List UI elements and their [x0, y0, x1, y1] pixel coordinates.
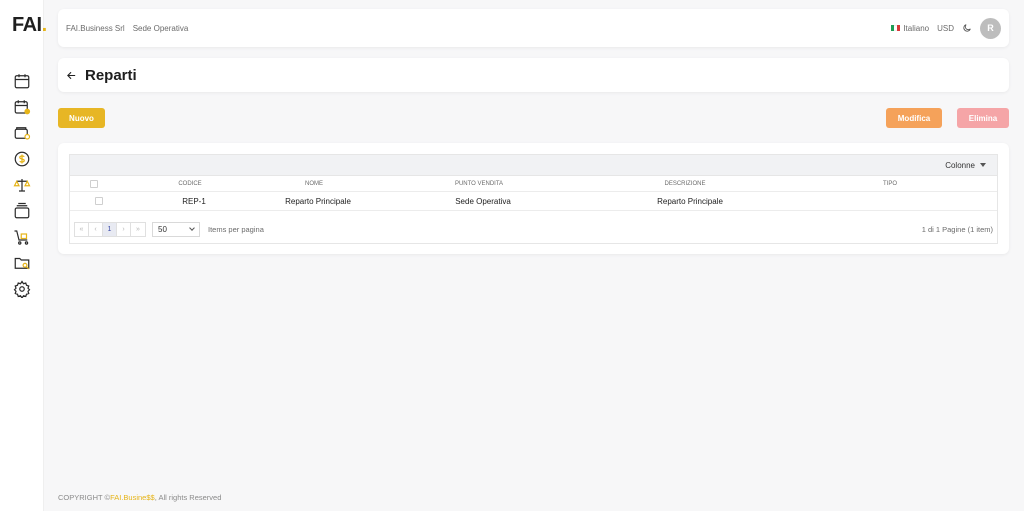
- columns-label: Colonne: [945, 160, 975, 170]
- sidebar-item-wallet[interactable]: [0, 120, 44, 146]
- chevron-down-icon: [189, 225, 195, 231]
- logo-dot: .: [41, 14, 48, 36]
- cell-descrizione: Reparto Principale: [657, 196, 723, 206]
- delete-button[interactable]: Elimina: [957, 108, 1009, 128]
- row-select-cell: [94, 192, 104, 210]
- page-number-button[interactable]: 1: [103, 222, 117, 236]
- header-punto-vendita[interactable]: PUNTO VENDITA: [414, 176, 544, 191]
- last-page-button[interactable]: »: [131, 222, 145, 236]
- italy-flag-icon: [891, 25, 901, 31]
- footer-brand-link[interactable]: FAI.Busine$$: [110, 493, 155, 502]
- avatar[interactable]: R: [980, 17, 1001, 39]
- scale-icon: [13, 179, 31, 192]
- moon-icon: [963, 24, 971, 32]
- table-card: Colonne CODICE NOME PUNTO VENDITA DESCRI…: [58, 143, 1009, 254]
- calendar-icon: [14, 74, 30, 89]
- pagination: « ‹ 1 › » 50 Items per pagina 1 di 1 Pag…: [70, 213, 997, 245]
- edit-button[interactable]: Modifica: [886, 108, 942, 128]
- topbar: FAI.Business Srl Sede Operativa Italiano…: [58, 9, 1009, 47]
- first-page-button[interactable]: «: [75, 222, 89, 236]
- sidebar-item-calendar[interactable]: [0, 68, 44, 94]
- sidebar-item-balance[interactable]: [0, 172, 44, 198]
- arrow-left-icon: [67, 71, 76, 79]
- header-codice[interactable]: CODICE: [150, 176, 230, 191]
- sidebar-item-settings[interactable]: [0, 276, 44, 302]
- items-per-page-label: Items per pagina: [208, 224, 264, 234]
- columns-button[interactable]: Colonne: [945, 161, 986, 170]
- sidebar-item-folder-search[interactable]: [0, 250, 44, 276]
- copyright-prefix: COPYRIGHT ©: [58, 493, 111, 502]
- copyright-suffix: , All rights Reserved: [154, 493, 222, 502]
- language-label: Italiano: [903, 23, 930, 33]
- cell-tipo: [850, 192, 930, 210]
- sidebar-nav: [0, 68, 44, 302]
- company-name[interactable]: FAI.Business Srl: [66, 24, 125, 33]
- sidebar-item-cart[interactable]: [0, 224, 44, 250]
- language-selector[interactable]: Italiano: [891, 24, 929, 33]
- sidebar: FAI.: [0, 0, 47, 511]
- page-info: 1 di 1 Pagine (1 item): [921, 224, 993, 234]
- calendar-user-icon: [14, 100, 31, 115]
- caret-down-icon: [980, 163, 986, 167]
- logo-text: FAI: [12, 14, 42, 36]
- page-buttons: « ‹ 1 › »: [74, 221, 146, 237]
- footer: COPYRIGHT ©FAI.Busine$$, All rights Rese…: [58, 493, 221, 502]
- next-page-button[interactable]: ›: [117, 222, 131, 236]
- location-name[interactable]: Sede Operativa: [133, 24, 189, 33]
- gear-icon: [13, 280, 31, 298]
- header-tipo[interactable]: TIPO: [850, 176, 930, 191]
- back-button[interactable]: [66, 70, 77, 81]
- table-header: CODICE NOME PUNTO VENDITA DESCRIZIONE TI…: [70, 176, 997, 192]
- app-root: FAI. FAI.Business Srl Sede Operativa Ita…: [0, 0, 1024, 511]
- cell-nome: Reparto Principale: [285, 196, 351, 206]
- stack-icon: [14, 202, 30, 219]
- cell-punto-vendita: Sede Operativa: [455, 196, 511, 206]
- cart-icon: [14, 230, 29, 245]
- new-button[interactable]: Nuovo: [58, 108, 105, 128]
- dollar-coin-icon: [14, 151, 30, 167]
- row-checkbox[interactable]: [95, 197, 103, 205]
- wallet-clock-icon: [14, 127, 31, 140]
- grid-toolbar: Colonne: [70, 155, 997, 176]
- sidebar-item-calendar-user[interactable]: [0, 94, 44, 120]
- folder-search-icon: [14, 257, 30, 270]
- sidebar-item-finance[interactable]: [0, 146, 44, 172]
- sidebar-item-stack[interactable]: [0, 198, 44, 224]
- currency-selector[interactable]: USD: [937, 24, 954, 33]
- cell-codice: REP-1: [182, 196, 206, 206]
- table-row[interactable]: REP-1 Reparto Principale Sede Operativa …: [70, 192, 997, 211]
- items-per-page-value: 50: [158, 224, 167, 234]
- prev-page-button[interactable]: ‹: [89, 222, 103, 236]
- select-all-cell: [89, 176, 99, 191]
- header-descrizione[interactable]: DESCRIZIONE: [625, 176, 745, 191]
- items-per-page-select[interactable]: 50: [152, 221, 200, 237]
- page-title: Reparti: [85, 66, 137, 84]
- header-nome[interactable]: NOME: [254, 176, 374, 191]
- data-grid: Colonne CODICE NOME PUNTO VENDITA DESCRI…: [69, 154, 998, 244]
- dark-mode-toggle[interactable]: [962, 23, 972, 33]
- select-all-checkbox[interactable]: [90, 179, 98, 188]
- page-header: Reparti: [58, 58, 1009, 92]
- logo[interactable]: FAI.: [12, 14, 47, 36]
